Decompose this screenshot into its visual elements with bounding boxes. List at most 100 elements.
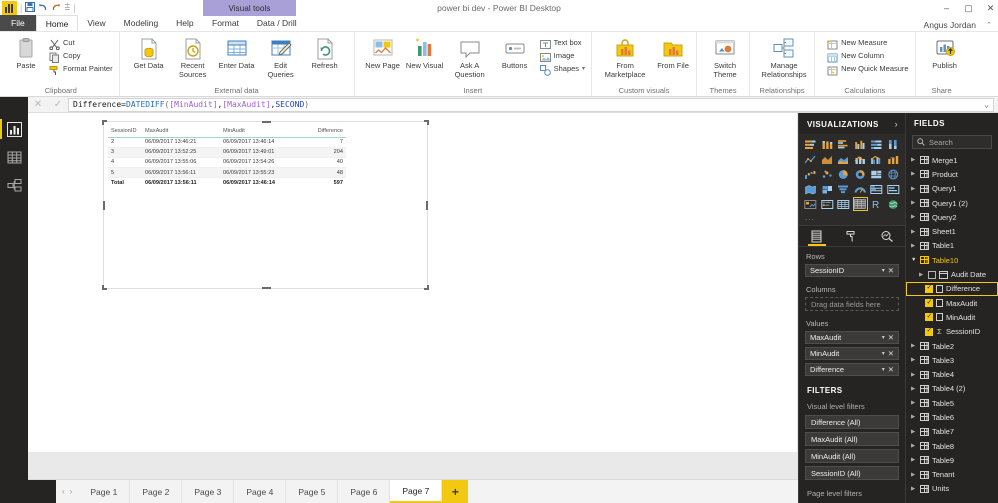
clustered-column-chart-icon[interactable]: [853, 137, 868, 151]
fields-well-tab[interactable]: [799, 225, 834, 247]
chevron-right-icon[interactable]: ▶: [911, 200, 917, 206]
chevron-right-icon[interactable]: ▶: [911, 400, 917, 406]
chevron-down-icon[interactable]: ⌄: [984, 100, 993, 109]
resize-handle-right[interactable]: [426, 201, 428, 210]
enter-data-button[interactable]: Enter Data: [218, 35, 256, 71]
well-chip-maxaudit[interactable]: MaxAudit ▾ ✕: [805, 331, 899, 344]
chevron-down-icon[interactable]: ▼: [911, 257, 917, 263]
field-table-table2[interactable]: ▶ Table2: [906, 339, 998, 353]
table-row[interactable]: 3 06/09/2017 13:52:25 06/09/2017 13:49:0…: [108, 147, 346, 158]
accept-icon[interactable]: ✓: [48, 99, 68, 110]
close-button[interactable]: ✕: [985, 3, 996, 13]
gauge-icon[interactable]: [853, 182, 868, 196]
resize-handle-top-right[interactable]: [424, 120, 429, 125]
cancel-icon[interactable]: ✕: [28, 99, 48, 110]
map-icon[interactable]: [886, 167, 901, 181]
table-row[interactable]: 2 06/09/2017 13:46:21 06/09/2017 13:46:1…: [108, 137, 346, 148]
tab-data-drill[interactable]: Data / Drill: [248, 15, 306, 31]
field-table-table6[interactable]: ▶ Table6: [906, 410, 998, 424]
format-painter-button[interactable]: Format Painter: [47, 62, 115, 75]
filter-chip-maxaudit[interactable]: MaxAudit (All): [805, 432, 899, 446]
remove-field-icon[interactable]: ✕: [888, 266, 894, 275]
clustered-bar-chart-icon[interactable]: [836, 137, 851, 151]
resize-handle-bottom[interactable]: [261, 287, 271, 289]
funnel-icon[interactable]: [836, 182, 851, 196]
search-input[interactable]: Search: [912, 135, 992, 149]
hundred-percent-stacked-column-icon[interactable]: [886, 137, 901, 151]
fields-list[interactable]: ▶ Merge1 ▶ Product ▶ Query1 ▶ Query1 (2)…: [906, 153, 998, 503]
field-minaudit[interactable]: MinAudit: [906, 310, 998, 324]
manage-relationships-button[interactable]: Manage Relationships: [758, 35, 810, 79]
shape-map-icon[interactable]: [820, 182, 835, 196]
add-page-button[interactable]: +: [442, 480, 469, 503]
r-script-visual-icon[interactable]: R: [869, 197, 884, 211]
filter-chip-difference[interactable]: Difference (All): [805, 415, 899, 429]
field-table-query1[interactable]: ▶ Query1: [906, 182, 998, 196]
field-table-table3[interactable]: ▶ Table3: [906, 353, 998, 367]
well-dropzone-columns[interactable]: Drag data fields here: [805, 297, 899, 311]
well-chip-difference[interactable]: Difference ▾ ✕: [805, 363, 899, 376]
field-table-table9[interactable]: ▶ Table9: [906, 453, 998, 467]
page-tab-6[interactable]: Page 6: [338, 480, 391, 503]
maximize-button[interactable]: ▢: [963, 3, 974, 13]
chevron-right-icon[interactable]: ▶: [911, 429, 917, 435]
chevron-down-icon[interactable]: ▾: [879, 350, 888, 357]
field-table-merge1[interactable]: ▶ Merge1: [906, 153, 998, 167]
hundred-percent-stacked-bar-icon[interactable]: [869, 137, 884, 151]
chevron-right-icon[interactable]: ▶: [911, 372, 917, 378]
field-difference[interactable]: Difference: [906, 281, 998, 296]
remove-field-icon[interactable]: ✕: [888, 365, 894, 374]
field-table-table5[interactable]: ▶ Table5: [906, 396, 998, 410]
donut-chart-icon[interactable]: [853, 167, 868, 181]
tab-help[interactable]: Help: [167, 15, 202, 31]
save-icon[interactable]: [25, 1, 36, 15]
line-stacked-column-icon[interactable]: [853, 152, 868, 166]
copy-button[interactable]: Copy: [47, 49, 115, 63]
chevron-right-icon[interactable]: ▶: [911, 443, 917, 449]
redo-icon[interactable]: [51, 2, 61, 15]
resize-handle-bottom-right[interactable]: [424, 285, 429, 290]
chevron-left-icon[interactable]: ‹: [62, 487, 65, 496]
table-icon[interactable]: [836, 197, 851, 211]
edit-queries-button[interactable]: Edit Queries: [262, 35, 300, 79]
well-chip-minaudit[interactable]: MinAudit ▾ ✕: [805, 347, 899, 360]
from-file-button[interactable]: From File: [654, 35, 692, 71]
waterfall-chart-icon[interactable]: [803, 167, 818, 181]
get-data-button[interactable]: Get Data: [130, 35, 168, 71]
page-tab-3[interactable]: Page 3: [182, 480, 235, 503]
field-sessionid[interactable]: Σ SessionID: [906, 325, 998, 339]
switch-theme-button[interactable]: Switch Theme: [705, 35, 745, 79]
remove-field-icon[interactable]: ✕: [888, 333, 894, 342]
tab-file[interactable]: File: [0, 15, 36, 31]
chevron-right-icon[interactable]: ▶: [911, 414, 917, 420]
minimize-button[interactable]: –: [941, 3, 952, 13]
field-checkbox[interactable]: [925, 298, 933, 308]
table-row[interactable]: 4 06/09/2017 13:55:06 06/09/2017 13:54:2…: [108, 157, 346, 169]
treemap-icon[interactable]: [869, 167, 884, 181]
new-measure-button[interactable]: New Measure: [825, 36, 911, 50]
ribbon-chart-icon[interactable]: [886, 152, 901, 166]
area-chart-icon[interactable]: [820, 152, 835, 166]
filter-ch*ip-sessionid[interactable]: SessionID (All): [805, 466, 899, 480]
shapes-button[interactable]: Shapes ▾: [538, 62, 587, 76]
remove-field-icon[interactable]: ✕: [888, 349, 894, 358]
chevron-right-icon[interactable]: ▶: [911, 472, 917, 478]
new-visual-button[interactable]: New Visual: [406, 35, 444, 71]
slicer-icon[interactable]: [820, 197, 835, 211]
resize-handle-left[interactable]: [103, 201, 105, 210]
ask-question-button[interactable]: Ask A Question: [448, 35, 492, 79]
pie-chart-icon[interactable]: [836, 167, 851, 181]
field-checkbox[interactable]: [925, 283, 933, 293]
matrix-col-sessionid[interactable]: SessionID: [108, 126, 142, 138]
matrix-col-maxaudit[interactable]: MaxAudit: [142, 126, 220, 138]
more-visuals-button[interactable]: ...: [799, 212, 905, 225]
undo-icon[interactable]: [38, 2, 48, 15]
signed-in-user[interactable]: Angus Jordan: [924, 20, 976, 30]
field-table-tenant[interactable]: ▶ Tenant: [906, 468, 998, 482]
field-checkbox[interactable]: [928, 270, 936, 279]
line-clustered-column-icon[interactable]: [869, 152, 884, 166]
buttons-button[interactable]: Buttons: [496, 35, 534, 71]
chevron-right-icon[interactable]: ▶: [911, 157, 917, 163]
field-table-table4[interactable]: ▶ Table4: [906, 367, 998, 381]
format-tab[interactable]: [834, 225, 869, 247]
